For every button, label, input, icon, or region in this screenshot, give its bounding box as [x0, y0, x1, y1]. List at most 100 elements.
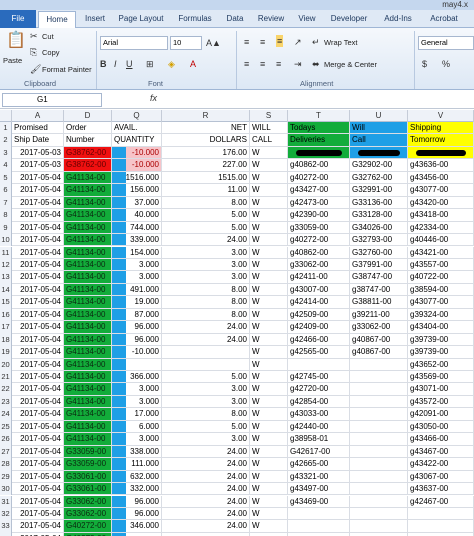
cell-t[interactable]: g38958-01	[288, 433, 350, 446]
cell-q[interactable]: 19.000	[112, 296, 162, 309]
tab-developer[interactable]: Developer	[326, 11, 372, 28]
cell-r[interactable]: 176.00	[162, 146, 250, 160]
align-middle-icon[interactable]: ≡	[260, 36, 265, 48]
cell-d[interactable]: G41134-00	[64, 395, 112, 409]
cell-t[interactable]: g42473-00	[288, 196, 350, 210]
row-header[interactable]: 15	[0, 296, 12, 309]
cell-u[interactable]: g39211-00	[350, 308, 408, 322]
cell-d[interactable]: G41134-00	[64, 420, 112, 434]
col-header-a[interactable]: A	[12, 110, 64, 122]
cell-d[interactable]: G41134-00	[64, 171, 112, 185]
cell-d[interactable]: G41134-00	[64, 371, 112, 384]
cell-d[interactable]: G41134-00	[64, 433, 112, 446]
font-color-icon[interactable]: A	[190, 58, 196, 70]
cell-a[interactable]: 2017-05-04	[12, 209, 64, 222]
cell-q[interactable]: 37.000	[112, 196, 162, 210]
cell-q[interactable]: AVAIL.	[112, 122, 162, 135]
cell-q[interactable]: 111.000	[112, 458, 162, 471]
cell-d[interactable]: G33059-00	[64, 445, 112, 459]
cell-d[interactable]: G40272-00	[64, 520, 112, 533]
cell-r[interactable]: 24.00	[162, 520, 250, 533]
cell-t[interactable]: g40862-00	[288, 159, 350, 172]
cell-q[interactable]: 744.000	[112, 221, 162, 235]
bold-icon[interactable]: B	[100, 58, 107, 70]
cell-v[interactable]: Tomorrow	[408, 134, 474, 147]
cell-u[interactable]: G33136-00	[350, 196, 408, 210]
cell-d[interactable]: G41134-00	[64, 184, 112, 197]
cell-t[interactable]	[288, 520, 350, 533]
cell-q[interactable]: 3.000	[112, 433, 162, 446]
cell-v[interactable]: g43466-00	[408, 433, 474, 446]
cell-u[interactable]	[350, 395, 408, 409]
cell-t[interactable]: g42414-00	[288, 296, 350, 309]
cell-d[interactable]: Order	[64, 122, 112, 135]
cell-a[interactable]: 2017-05-04	[12, 283, 64, 297]
cell-v[interactable]: g43067-00	[408, 470, 474, 484]
cell-v[interactable]: g38594-00	[408, 283, 474, 297]
cell-u[interactable]	[350, 458, 408, 471]
cell-d[interactable]: G41134-00	[64, 346, 112, 359]
cell-d[interactable]: G41134-00	[64, 408, 112, 421]
align-right-icon[interactable]: ≡	[276, 58, 281, 70]
cell-q[interactable]: 156.000	[112, 184, 162, 197]
cell-s[interactable]: WILL	[250, 122, 288, 135]
cell-s[interactable]: W	[250, 420, 288, 434]
row-header[interactable]: 26	[0, 433, 12, 446]
cell-a[interactable]: 2017-05-03	[12, 146, 64, 160]
row-header[interactable]: 31	[0, 495, 12, 508]
row-header[interactable]: 2	[0, 134, 12, 147]
col-header-u[interactable]: U	[350, 110, 408, 122]
cell-d[interactable]: G33062-00	[64, 495, 112, 508]
cell-u[interactable]: G38811-00	[350, 296, 408, 309]
cell-t[interactable]	[288, 146, 350, 160]
cell-d[interactable]: G41134-00	[64, 333, 112, 347]
cell-s[interactable]: W	[250, 159, 288, 172]
cell-u[interactable]: G32991-00	[350, 184, 408, 197]
cell-v[interactable]: g43420-00	[408, 196, 474, 210]
cell-t[interactable]: g43469-00	[288, 495, 350, 508]
cell-a[interactable]: 2017-05-04	[12, 358, 64, 371]
cell-v[interactable]: Shipping	[408, 122, 474, 135]
cell-a[interactable]: 2017-05-04	[12, 458, 64, 471]
cell-r[interactable]: 3.00	[162, 246, 250, 259]
cell-u[interactable]: G32902-00	[350, 159, 408, 172]
cell-q[interactable]: 96.000	[112, 333, 162, 347]
cell-r[interactable]: 24.00	[162, 458, 250, 471]
cell-s[interactable]: W	[250, 271, 288, 284]
cell-t[interactable]: g33062-00	[288, 258, 350, 272]
cell-t[interactable]	[288, 507, 350, 521]
copy-icon[interactable]: ⎘	[30, 46, 37, 58]
cell-s[interactable]: W	[250, 146, 288, 160]
cell-u[interactable]	[350, 358, 408, 371]
cell-a[interactable]: 2017-05-04	[12, 258, 64, 272]
cell-r[interactable]: 1515.00	[162, 171, 250, 185]
cell-d[interactable]: G41134-00	[64, 246, 112, 259]
cell-q[interactable]: 3.000	[112, 258, 162, 272]
cell-q[interactable]: -10.000	[112, 146, 162, 160]
tab-file[interactable]: File	[0, 10, 36, 28]
cell-a[interactable]: 2017-05-04	[12, 495, 64, 508]
cell-a[interactable]: 2017-05-04	[12, 507, 64, 521]
cell-a[interactable]: Promised	[12, 122, 64, 135]
cell-v[interactable]: g43418-00	[408, 209, 474, 222]
cell-d[interactable]: G41134-00	[64, 308, 112, 322]
col-header-q[interactable]: Q	[112, 110, 162, 122]
copy-button[interactable]: Copy	[42, 48, 60, 58]
cell-s[interactable]: W	[250, 209, 288, 222]
cell-v[interactable]: g43404-00	[408, 321, 474, 334]
cell-q[interactable]: 40.000	[112, 209, 162, 222]
format-painter-button[interactable]: Format Painter	[42, 65, 92, 75]
cell-q[interactable]: 3.000	[112, 383, 162, 396]
row-header[interactable]: 22	[0, 383, 12, 396]
cell-t[interactable]: g40272-00	[288, 171, 350, 185]
cell-q[interactable]: 366.000	[112, 371, 162, 384]
row-header[interactable]: 27	[0, 445, 12, 459]
cell-d[interactable]: G41134-00	[64, 321, 112, 334]
cell-r[interactable]	[162, 358, 250, 371]
cell-s[interactable]: W	[250, 445, 288, 459]
cell-s[interactable]: W	[250, 383, 288, 396]
cell-a[interactable]: 2017-05-04	[12, 371, 64, 384]
cell-t[interactable]: g40272-00	[288, 234, 350, 247]
cell-t[interactable]	[288, 358, 350, 371]
cell-q[interactable]: 6.000	[112, 420, 162, 434]
